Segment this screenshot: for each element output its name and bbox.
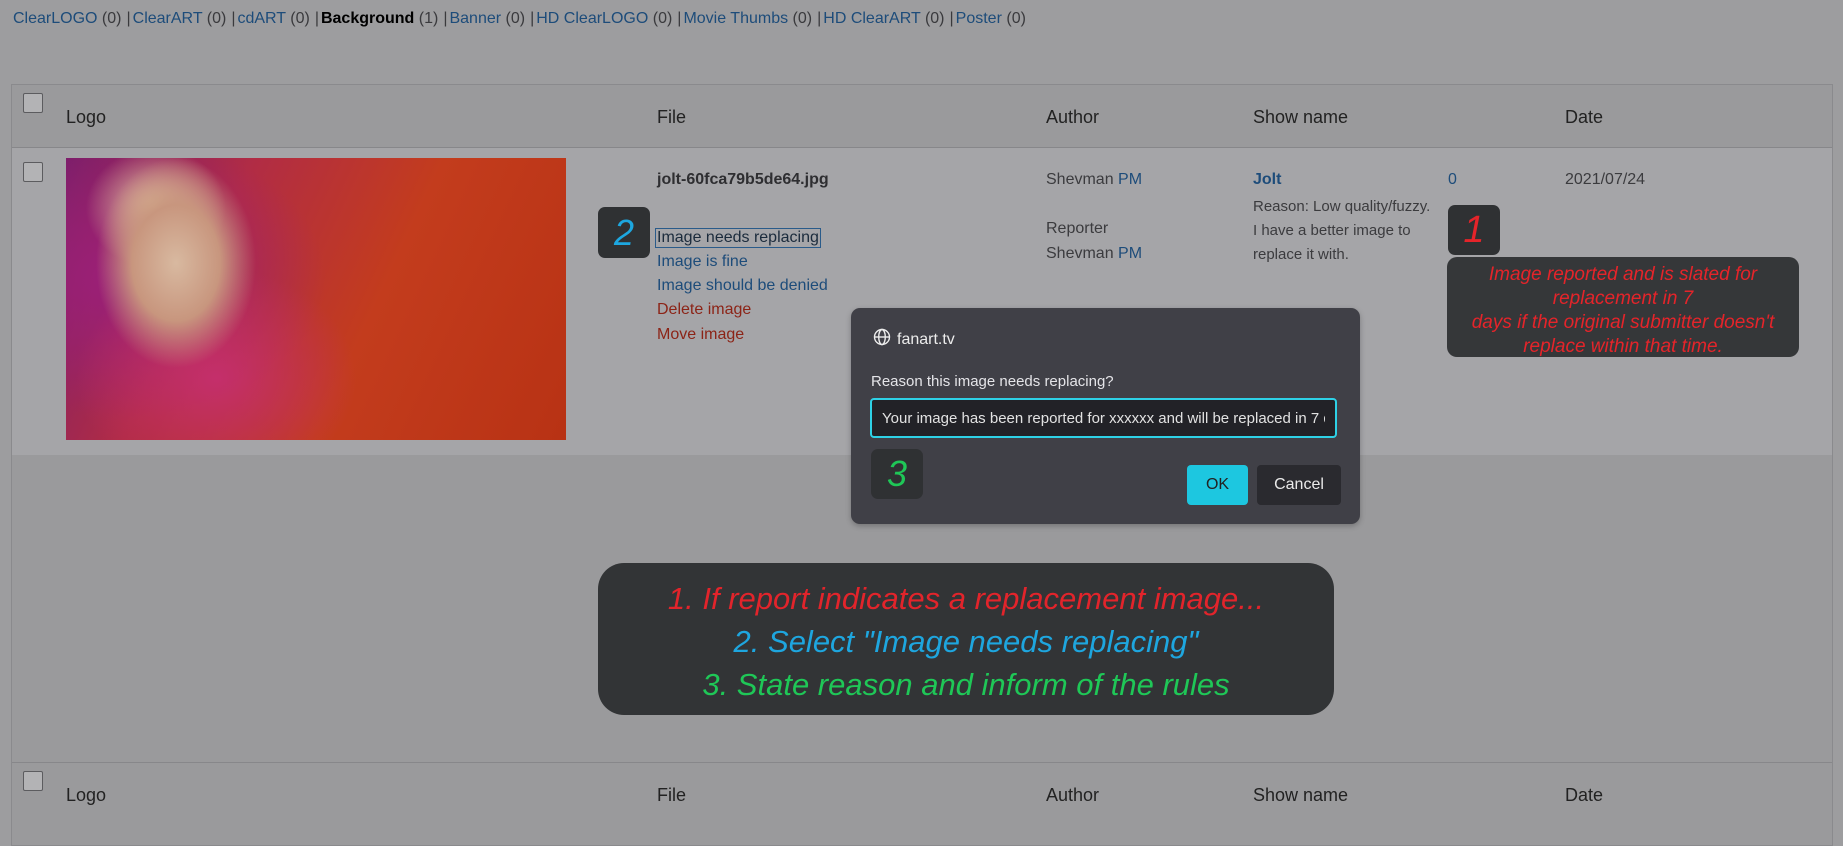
annotation-instructions: 1. If report indicates a replacement ima… — [598, 563, 1334, 715]
reporter-pm-link[interactable]: PM — [1118, 245, 1142, 262]
column-logo[interactable]: Logo — [66, 785, 106, 806]
filter-clearart[interactable]: ClearART (0) — [133, 10, 227, 27]
image-type-filters: ClearLOGO (0) | ClearART (0) | cdART (0) | Bac… — [13, 10, 1026, 28]
filter-separator: | — [443, 10, 448, 27]
note-line-2: days if the original submitter doesn't r… — [1471, 312, 1775, 357]
annotation-badge-2: 2 — [598, 207, 650, 258]
dialog-origin: fanart.tv — [873, 328, 955, 351]
file-name: jolt-60fca79b5de64.jpg — [657, 171, 829, 188]
author-pm-link[interactable]: PM — [1118, 171, 1142, 188]
select-all-checkbox-footer[interactable] — [23, 771, 43, 791]
filter-separator: | — [530, 10, 535, 27]
ok-button[interactable]: OK — [1187, 465, 1248, 505]
upload-date: 2021/07/24 — [1565, 171, 1646, 188]
column-date[interactable]: Date — [1565, 785, 1603, 806]
filter-background-current: Background (1) — [320, 10, 439, 27]
move-image-link[interactable]: Move image — [657, 326, 744, 344]
image-should-be-denied-link[interactable]: Image should be denied — [657, 277, 828, 295]
annotation-note-replacement: Image reported and is slated for replace… — [1447, 257, 1799, 357]
delete-image-link[interactable]: Delete image — [657, 301, 751, 319]
table-header: Logo File Author Show name Date — [12, 85, 1832, 148]
instruction-step-3: 3. State reason and inform of the rules — [702, 667, 1230, 702]
filter-separator: | — [314, 10, 319, 27]
column-author[interactable]: Author — [1046, 785, 1099, 806]
filter-cdart[interactable]: cdART (0) — [237, 10, 309, 27]
annotation-badge-3: 3 — [871, 449, 923, 499]
globe-icon — [873, 328, 891, 351]
filter-hd-clearart[interactable]: HD ClearART (0) — [823, 10, 944, 27]
select-all-checkbox[interactable] — [23, 93, 43, 113]
author-name: Shevman — [1046, 171, 1114, 188]
dialog-message: Reason this image needs replacing? — [871, 373, 1114, 390]
show-name-link[interactable]: Jolt — [1253, 171, 1281, 189]
filter-clearlogo[interactable]: ClearLOGO (0) — [13, 10, 121, 27]
column-show-name[interactable]: Show name — [1253, 107, 1348, 128]
column-date[interactable]: Date — [1565, 107, 1603, 128]
author: Shevman PM — [1046, 171, 1142, 189]
filter-separator: | — [126, 10, 131, 27]
dialog-origin-text: fanart.tv — [897, 330, 955, 348]
note-line-1: Image reported and is slated for replace… — [1488, 264, 1758, 309]
filter-movie-thumbs[interactable]: Movie Thumbs (0) — [683, 10, 812, 27]
filter-separator: | — [817, 10, 822, 27]
votes-count[interactable]: 0 — [1448, 171, 1457, 189]
table-footer: Logo File Author Show name Date — [12, 762, 1832, 825]
filter-separator: | — [677, 10, 682, 27]
filter-banner[interactable]: Banner (0) — [449, 10, 525, 27]
image-is-fine-link[interactable]: Image is fine — [657, 253, 748, 271]
annotation-badge-1: 1 — [1448, 205, 1500, 255]
column-author[interactable]: Author — [1046, 107, 1099, 128]
filter-separator: | — [949, 10, 954, 27]
instruction-step-2: 2. Select "Image needs replacing" — [733, 624, 1199, 659]
report-reason: Reason: Low quality/fuzzy. I have a bett… — [1253, 198, 1431, 263]
reporter-label: Reporter — [1046, 220, 1109, 237]
column-file[interactable]: File — [657, 107, 686, 128]
row-checkbox[interactable] — [23, 162, 43, 182]
reporter: Shevman PM — [1046, 245, 1142, 263]
image-thumbnail[interactable] — [66, 158, 566, 440]
instruction-step-1: 1. If report indicates a replacement ima… — [667, 581, 1265, 616]
filter-poster[interactable]: Poster (0) — [956, 10, 1026, 27]
column-show-name[interactable]: Show name — [1253, 785, 1348, 806]
filter-hd-clearlogo[interactable]: HD ClearLOGO (0) — [536, 10, 672, 27]
column-file[interactable]: File — [657, 785, 686, 806]
filter-separator: | — [231, 10, 236, 27]
prompt-dialog: fanart.tv Reason this image needs replac… — [851, 308, 1360, 524]
reason-input[interactable] — [870, 398, 1337, 438]
cancel-button[interactable]: Cancel — [1257, 465, 1341, 505]
image-needs-replacing-link[interactable]: Image needs replacing — [655, 228, 821, 248]
reporter-name: Shevman — [1046, 245, 1114, 262]
column-logo[interactable]: Logo — [66, 107, 106, 128]
